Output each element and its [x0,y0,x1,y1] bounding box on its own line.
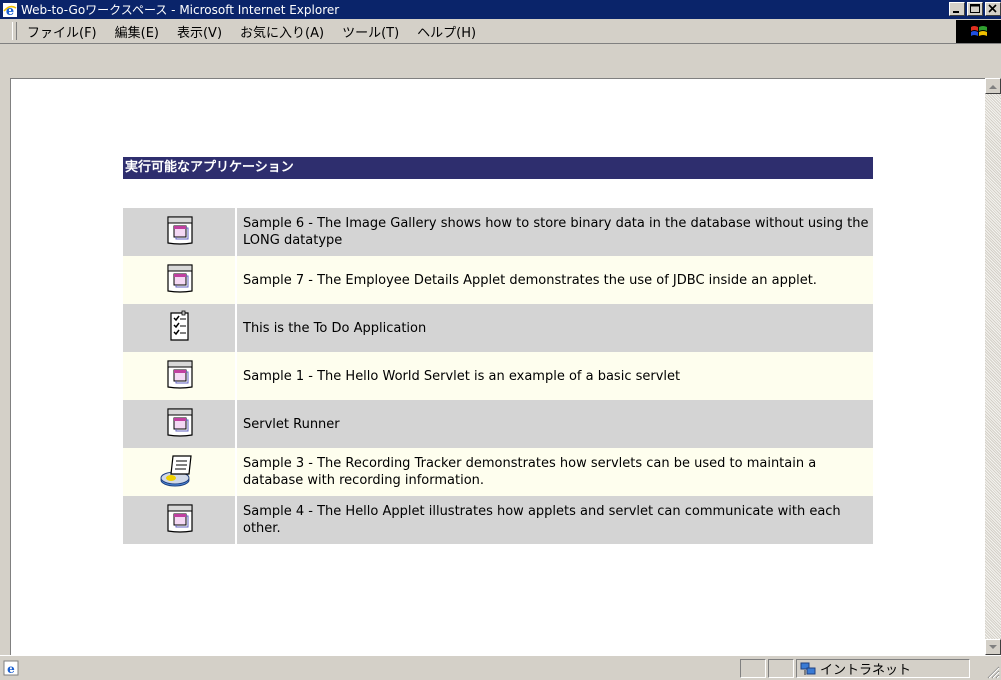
minimize-button[interactable] [949,2,965,16]
vertical-scrollbar[interactable] [985,78,1001,655]
scroll-up-button[interactable] [985,78,1001,94]
status-pane-progress [740,659,766,678]
applet-window-icon[interactable] [162,214,196,248]
app-icon-cell[interactable] [123,496,236,544]
title-bar[interactable]: e Web-to-Goワークスペース - Microsoft Internet … [0,0,1001,19]
app-description[interactable]: Sample 6 - The Image Gallery shows how t… [235,208,873,256]
security-zone: イントラネット [800,659,911,678]
windows-logo-icon [956,20,1001,43]
app-icon-cell[interactable] [123,208,236,256]
applications-table: Sample 6 - The Image Gallery shows how t… [123,208,873,544]
svg-text:e: e [7,662,15,676]
close-button[interactable] [985,2,1001,16]
arrow-up-icon [989,84,997,89]
menu-view[interactable]: 表示(V) [177,22,222,41]
menu-bar: ファイル(F) 編集(E) 表示(V) お気に入り(A) ツール(T) ヘルプ(… [0,19,1001,44]
menu-favorites[interactable]: お気に入り(A) [240,22,324,41]
app-description[interactable]: Sample 7 - The Employee Details Applet d… [235,256,873,304]
app-row[interactable]: Sample 3 - The Recording Tracker demonst… [123,448,873,496]
app-icon-cell[interactable] [123,256,236,304]
applet-window-icon[interactable] [162,262,196,296]
database-record-icon[interactable] [159,453,199,489]
status-pane-lock [768,659,794,678]
app-row[interactable]: Sample 6 - The Image Gallery shows how t… [123,208,873,256]
resize-grip-icon[interactable] [986,665,1000,679]
minimize-icon [953,11,959,13]
app-row[interactable]: Sample 4 - The Hello Applet illustrates … [123,496,873,544]
app-description[interactable]: Sample 4 - The Hello Applet illustrates … [235,496,873,544]
status-bar: e イントラネット [0,655,1001,680]
zone-label: イントラネット [820,663,912,678]
toolbar-grip[interactable] [12,22,17,40]
menu-tools[interactable]: ツール(T) [342,22,399,41]
app-icon-cell[interactable] [123,304,236,352]
ie-logo-icon: e [3,2,17,17]
intranet-icon [800,661,816,677]
applet-window-icon[interactable] [162,502,196,536]
menu-file[interactable]: ファイル(F) [27,22,97,41]
arrow-down-icon [989,644,997,649]
app-description[interactable]: Sample 1 - The Hello World Servlet is an… [235,352,873,400]
menu-help[interactable]: ヘルプ(H) [417,22,476,41]
section-title: 実行可能なアプリケーション [123,157,873,179]
app-icon-cell[interactable] [123,400,236,448]
app-description[interactable]: This is the To Do Application [235,304,873,352]
window-controls [949,2,1001,16]
app-row[interactable]: Sample 7 - The Employee Details Applet d… [123,256,873,304]
applet-window-icon[interactable] [162,406,196,440]
todo-list-icon[interactable] [162,310,196,344]
applet-window-icon[interactable] [162,358,196,392]
menu-edit[interactable]: 編集(E) [115,22,159,41]
window-title: Web-to-Goワークスペース - Microsoft Internet Ex… [21,3,340,17]
app-row[interactable]: This is the To Do Application [123,304,873,352]
app-row[interactable]: Servlet Runner [123,400,873,448]
maximize-icon [970,4,980,13]
app-row[interactable]: Sample 1 - The Hello World Servlet is an… [123,352,873,400]
page-status-icon: e [3,660,19,676]
scroll-down-button[interactable] [985,639,1001,655]
page-content: 実行可能なアプリケーション Sample 6 - The Image Galle… [10,78,985,655]
close-icon [988,4,997,13]
maximize-button[interactable] [967,2,983,16]
app-icon-cell[interactable] [123,448,236,496]
app-description[interactable]: Servlet Runner [235,400,873,448]
app-icon-cell[interactable] [123,352,236,400]
app-description[interactable]: Sample 3 - The Recording Tracker demonst… [235,448,873,496]
